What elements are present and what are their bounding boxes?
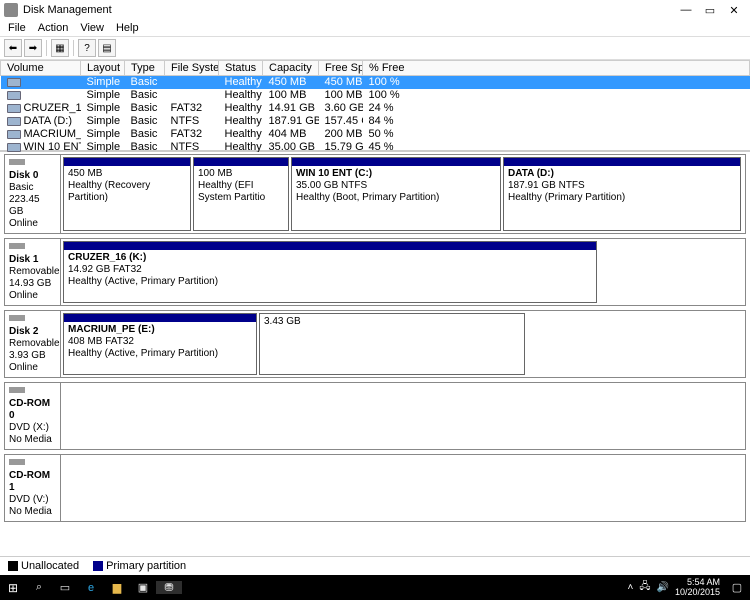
close-button[interactable]: ✕ <box>722 4 746 17</box>
search-icon[interactable]: ⌕ <box>26 581 52 594</box>
tray-chevron-icon[interactable]: ˄ <box>628 582 634 593</box>
legend: Unallocated Primary partition <box>0 556 750 575</box>
partition[interactable]: CRUZER_16 (K:)14.92 GB FAT32Healthy (Act… <box>63 241 597 303</box>
table-row[interactable]: SimpleBasicHealthy (R...450 MB450 MB100 … <box>1 76 750 89</box>
column-header[interactable]: Layout <box>81 61 125 76</box>
disk-info: CD-ROM 1DVD (V:)No Media <box>5 455 61 521</box>
column-header[interactable]: File System <box>165 61 219 76</box>
menu-file[interactable]: File <box>8 22 26 34</box>
disk-info: Disk 0Basic223.45 GBOnline <box>5 155 61 233</box>
properties-button[interactable]: ▦ <box>51 39 69 57</box>
partition[interactable]: DATA (D:)187.91 GB NTFSHealthy (Primary … <box>503 157 741 231</box>
taskview-icon[interactable]: ▭ <box>52 581 78 594</box>
partition[interactable]: 3.43 GB <box>259 313 525 375</box>
minimize-button[interactable]: — <box>674 4 698 17</box>
disk-row[interactable]: Disk 0Basic223.45 GBOnline450 MBHealthy … <box>4 154 746 234</box>
disk-management-taskbar-icon[interactable]: ⛃ <box>156 581 182 594</box>
forward-button[interactable]: ➡ <box>24 39 42 57</box>
separator <box>46 40 47 56</box>
drive-icon <box>7 117 21 126</box>
explorer-icon[interactable]: ▆ <box>104 581 130 594</box>
toolbar: ⬅ ➡ ▦ ? ▤ <box>0 36 750 60</box>
disk-row[interactable]: Disk 1Removable14.93 GBOnlineCRUZER_16 (… <box>4 238 746 306</box>
column-header[interactable]: Volume <box>1 61 81 76</box>
refresh-button[interactable]: ▤ <box>98 39 116 57</box>
table-row[interactable]: CRUZER_16 (K:)SimpleBasicFAT32Healthy (A… <box>1 102 750 115</box>
disk-info: Disk 1Removable14.93 GBOnline <box>5 239 61 305</box>
disk-row[interactable]: CD-ROM 1DVD (V:)No Media <box>4 454 746 522</box>
partition[interactable]: MACRIUM_PE (E:)408 MB FAT32Healthy (Acti… <box>63 313 257 375</box>
tray-network-icon[interactable]: 🖧 <box>639 579 650 596</box>
drive-icon <box>7 130 21 139</box>
taskbar[interactable]: ⊞ ⌕ ▭ e ▆ ▣ ⛃ ˄ 🖧 🔊 5:54 AM 10/20/2015 ▢ <box>0 575 750 600</box>
help-button[interactable]: ? <box>78 39 96 57</box>
app-icon[interactable]: ▣ <box>130 581 156 594</box>
legend-item: Unallocated <box>8 560 79 572</box>
legend-item: Primary partition <box>93 560 186 572</box>
column-header[interactable]: % Free <box>363 61 750 76</box>
disk-row[interactable]: CD-ROM 0DVD (X:)No Media <box>4 382 746 450</box>
back-button[interactable]: ⬅ <box>4 39 22 57</box>
maximize-button[interactable]: ▭ <box>698 4 722 17</box>
disk-icon <box>9 159 25 165</box>
disk-icon <box>9 459 25 465</box>
menu-bar: File Action View Help <box>0 20 750 36</box>
drive-icon <box>7 78 21 87</box>
drive-icon <box>7 91 21 100</box>
clock[interactable]: 5:54 AM 10/20/2015 <box>675 578 724 598</box>
notification-icon[interactable]: ▢ <box>724 581 750 594</box>
table-row[interactable]: MACRIUM_PE (E:)SimpleBasicFAT32Healthy (… <box>1 128 750 141</box>
disk-info: Disk 2Removable3.93 GBOnline <box>5 311 61 377</box>
start-button[interactable]: ⊞ <box>0 581 26 595</box>
partition[interactable]: WIN 10 ENT (C:)35.00 GB NTFSHealthy (Boo… <box>291 157 501 231</box>
disk-icon <box>9 387 25 393</box>
menu-view[interactable]: View <box>80 22 104 34</box>
disk-info: CD-ROM 0DVD (X:)No Media <box>5 383 61 449</box>
column-header[interactable]: Free Spa... <box>319 61 363 76</box>
table-row[interactable]: SimpleBasicHealthy (E...100 MB100 MB100 … <box>1 89 750 102</box>
app-icon <box>4 3 18 17</box>
edge-icon[interactable]: e <box>78 582 104 594</box>
separator <box>73 40 74 56</box>
menu-action[interactable]: Action <box>38 22 69 34</box>
column-header[interactable]: Type <box>125 61 165 76</box>
drive-icon <box>7 104 21 113</box>
title-bar: Disk Management — ▭ ✕ <box>0 0 750 20</box>
system-tray[interactable]: ˄ 🖧 🔊 <box>628 579 675 596</box>
partition[interactable]: 450 MBHealthy (Recovery Partition) <box>63 157 191 231</box>
graphical-pane[interactable]: Disk 0Basic223.45 GBOnline450 MBHealthy … <box>0 152 750 556</box>
disk-icon <box>9 315 25 321</box>
column-header[interactable]: Status <box>219 61 263 76</box>
window-title: Disk Management <box>23 4 674 16</box>
table-row[interactable]: DATA (D:)SimpleBasicNTFSHealthy (P...187… <box>1 115 750 128</box>
tray-volume-icon[interactable]: 🔊 <box>657 582 669 593</box>
disk-icon <box>9 243 25 249</box>
menu-help[interactable]: Help <box>116 22 139 34</box>
partition[interactable]: 100 MBHealthy (EFI System Partitio <box>193 157 289 231</box>
disk-row[interactable]: Disk 2Removable3.93 GBOnlineMACRIUM_PE (… <box>4 310 746 378</box>
volume-list[interactable]: VolumeLayoutTypeFile SystemStatusCapacit… <box>0 60 750 152</box>
drive-icon <box>7 143 21 152</box>
column-header[interactable]: Capacity <box>263 61 319 76</box>
